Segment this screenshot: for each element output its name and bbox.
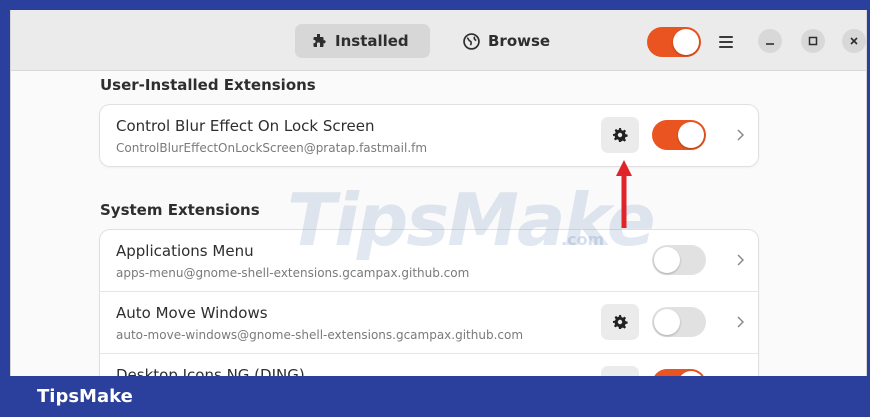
gear-icon: [613, 128, 628, 142]
settings-button[interactable]: [601, 366, 639, 376]
settings-button[interactable]: [601, 117, 639, 153]
gear-icon: [613, 315, 628, 329]
extension-manager-window: Installed Browse User-Installed Extensio…: [10, 10, 867, 376]
extension-uuid: apps-menu@gnome-shell-extensions.gcampax…: [116, 266, 470, 280]
section-title-user: User-Installed Extensions: [100, 76, 316, 94]
extension-row[interactable]: Control Blur Effect On Lock Screen Contr…: [100, 105, 758, 166]
extension-uuid: ControlBlurEffectOnLockScreen@pratap.fas…: [116, 141, 428, 155]
chevron-right-icon[interactable]: [730, 310, 750, 334]
user-extensions-list: Control Blur Effect On Lock Screen Contr…: [100, 105, 758, 166]
extension-name: Control Blur Effect On Lock Screen: [116, 117, 375, 135]
chevron-right-icon[interactable]: [730, 248, 750, 272]
extension-toggle[interactable]: [652, 307, 706, 337]
section-title-system: System Extensions: [100, 201, 260, 219]
minimize-icon[interactable]: [758, 29, 782, 53]
extension-name: Applications Menu: [116, 242, 254, 260]
chevron-right-icon[interactable]: [730, 123, 750, 147]
extension-row[interactable]: Applications Menu apps-menu@gnome-shell-…: [100, 230, 758, 291]
extension-row[interactable]: Auto Move Windows auto-move-windows@gnom…: [100, 291, 758, 353]
footer-banner: TipsMake: [0, 377, 870, 417]
banner-text: TipsMake: [37, 386, 133, 407]
extension-uuid: auto-move-windows@gnome-shell-extensions…: [116, 328, 524, 342]
settings-button[interactable]: [601, 304, 639, 340]
close-icon[interactable]: [842, 29, 866, 53]
extension-row[interactable]: Desktop Icons NG (DING): [100, 353, 758, 376]
extension-toggle[interactable]: [652, 120, 706, 150]
tab-browse[interactable]: Browse: [447, 24, 566, 58]
globe-icon: [463, 32, 480, 50]
tab-browse-label: Browse: [488, 32, 551, 50]
maximize-icon[interactable]: [801, 29, 825, 53]
extension-toggle[interactable]: [652, 245, 706, 275]
menu-icon[interactable]: [719, 36, 733, 48]
puzzle-icon: [313, 34, 326, 47]
system-extensions-list: Applications Menu apps-menu@gnome-shell-…: [100, 230, 758, 376]
extension-name: Desktop Icons NG (DING): [116, 366, 305, 376]
extension-toggle[interactable]: [652, 369, 706, 376]
annotation-arrow-icon: [616, 160, 632, 228]
header-bar: Installed Browse: [11, 10, 866, 71]
tab-installed-label: Installed: [335, 32, 409, 50]
global-extensions-toggle[interactable]: [647, 27, 701, 57]
extension-name: Auto Move Windows: [116, 304, 268, 322]
tab-installed[interactable]: Installed: [295, 24, 430, 58]
toggle-knob: [673, 29, 699, 55]
